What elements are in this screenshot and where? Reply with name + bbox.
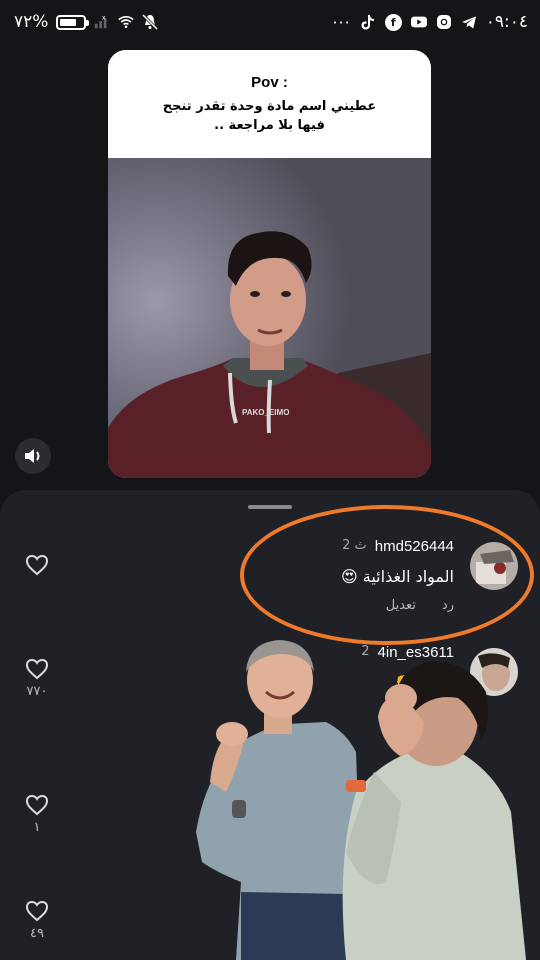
post-header: Pov : عطيني اسم مادة وحدة تقدر تنجح فيها… [108, 50, 431, 158]
mute-icon [142, 14, 159, 30]
heart-icon [25, 900, 49, 922]
highlight-circle [240, 505, 534, 645]
meme-sticker-overlay [196, 632, 536, 960]
heart-icon [25, 658, 49, 680]
instagram-icon [436, 14, 452, 30]
like-button[interactable]: ١ [24, 794, 50, 835]
post-title: Pov : [251, 74, 288, 91]
speaker-icon [25, 449, 40, 463]
heart-icon [25, 554, 49, 576]
post-video[interactable]: PAKO_EIMO [108, 158, 431, 478]
heart-icon [25, 794, 49, 816]
signal-icon: x [94, 14, 110, 30]
post-caption: عطيني اسم مادة وحدة تقدر تنجح فيها بلا م… [162, 99, 377, 133]
status-bar: ٧٢% x ··· f ٠٩:٠٤ [0, 0, 540, 46]
volume-button[interactable] [15, 438, 51, 474]
video-watermark: PAKO_EIMO [242, 408, 290, 417]
like-count: ١ [33, 820, 41, 835]
tiktok-icon [360, 14, 376, 30]
drag-handle[interactable] [248, 505, 292, 509]
youtube-icon [410, 14, 427, 30]
more-notifications: ··· [332, 12, 351, 32]
like-count: ٤٩ [30, 926, 44, 941]
telegram-icon [461, 14, 477, 30]
post-card[interactable]: Pov : عطيني اسم مادة وحدة تقدر تنجح فيها… [108, 50, 431, 478]
wifi-icon [118, 14, 135, 30]
like-count: ٧٧٠ [26, 684, 48, 699]
like-button[interactable]: ٤٩ [24, 900, 50, 941]
clock: ٠٩:٠٤ [485, 12, 528, 32]
video-frame-illustration [108, 158, 431, 478]
svg-text:x: x [102, 14, 106, 21]
battery-icon [56, 14, 90, 30]
like-button[interactable] [24, 554, 50, 576]
battery-percent: ٧٢% [14, 12, 49, 32]
facebook-icon: f [384, 13, 402, 31]
like-button[interactable]: ٧٧٠ [24, 658, 50, 699]
